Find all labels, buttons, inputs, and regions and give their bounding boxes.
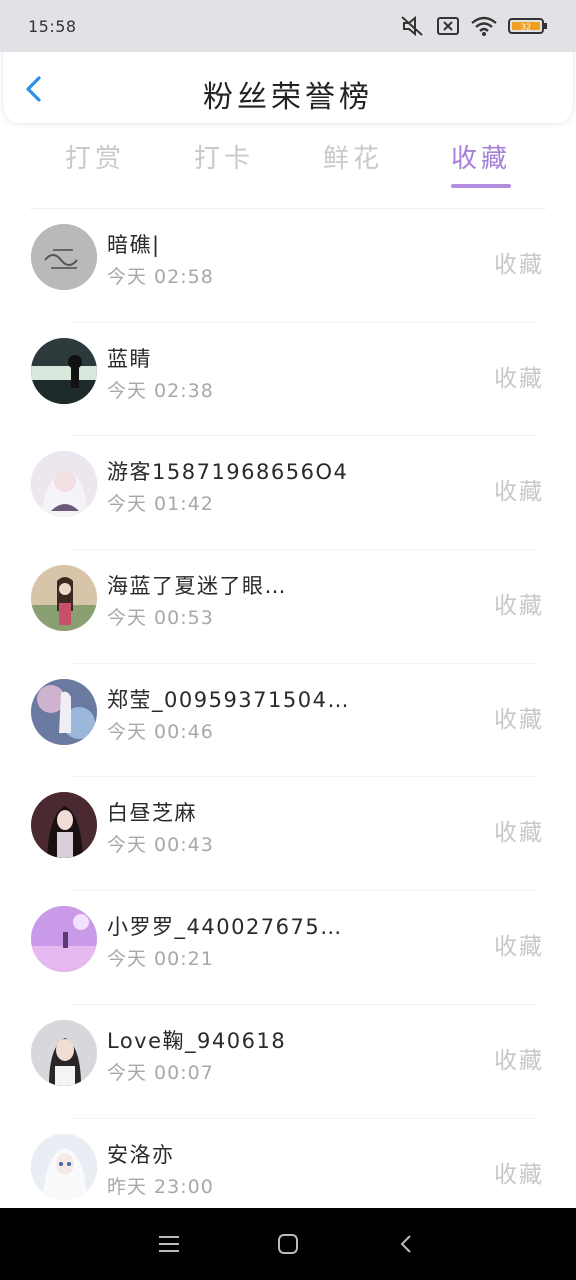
fan-name: 安洛亦 xyxy=(107,1142,175,1167)
fan-list: 暗礁| 今天 02:58 收藏 蓝睛 今天 02:38 收藏 游客1587196… xyxy=(0,209,576,1232)
list-item[interactable]: Love鞠_940618 今天 00:07 收藏 xyxy=(0,1005,576,1119)
list-item[interactable]: 白昼芝麻 今天 00:43 收藏 xyxy=(0,777,576,892)
fan-name: 蓝睛 xyxy=(107,346,152,371)
page-title: 粉丝荣誉榜 xyxy=(203,80,373,115)
tab-label: 鲜花 xyxy=(322,144,383,174)
back-nav-button[interactable] xyxy=(392,1229,422,1259)
list-item[interactable]: 蓝睛 今天 02:38 收藏 xyxy=(0,323,576,437)
tab-label: 收藏 xyxy=(450,144,511,174)
list-item[interactable]: 海蓝了夏迷了眼… 今天 00:53 收藏 xyxy=(0,550,576,664)
battery-level: 32 xyxy=(521,23,531,32)
list-item[interactable]: 郑莹_00959371504… 今天 00:46 收藏 xyxy=(0,664,576,778)
favorite-label: 收藏 xyxy=(494,593,544,620)
avatar[interactable] xyxy=(31,1019,97,1086)
list-item[interactable]: 小罗罗_440027675… 今天 00:21 收藏 xyxy=(0,891,576,1005)
fan-time: 今天 02:38 xyxy=(107,379,214,402)
no-sim-icon xyxy=(436,15,460,37)
favorite-label: 收藏 xyxy=(494,1161,544,1188)
tab-label: 打卡 xyxy=(193,144,254,174)
fan-name: 郑莹_00959371504… xyxy=(107,687,350,712)
list-item[interactable]: 暗礁| 今天 02:58 收藏 xyxy=(0,209,576,323)
fan-time: 今天 02:58 xyxy=(107,266,214,288)
fan-time: 今天 00:07 xyxy=(107,1061,214,1084)
fan-name: 小罗罗_440027675… xyxy=(107,915,343,940)
mute-icon xyxy=(400,15,426,37)
fan-time: 昨天 23:00 xyxy=(107,1175,214,1198)
avatar[interactable] xyxy=(31,224,97,290)
avatar[interactable] xyxy=(31,1133,97,1200)
fan-name: 暗礁| xyxy=(107,233,161,257)
favorite-label: 收藏 xyxy=(494,252,544,278)
fan-name: 白昼芝麻 xyxy=(107,801,197,826)
favorite-label: 收藏 xyxy=(494,365,544,392)
back-nav-icon xyxy=(400,1235,411,1253)
home-button[interactable] xyxy=(273,1229,303,1259)
favorite-label: 收藏 xyxy=(494,820,544,847)
wifi-icon xyxy=(470,15,498,37)
fan-name: 海蓝了夏迷了眼… xyxy=(107,574,287,599)
fan-time: 今天 00:46 xyxy=(107,720,214,743)
header: 粉丝荣誉榜 xyxy=(2,52,574,124)
favorite-label: 收藏 xyxy=(494,706,544,733)
avatar[interactable] xyxy=(31,451,97,518)
navigation-bar xyxy=(0,1208,576,1280)
favorite-label: 收藏 xyxy=(494,479,544,506)
menu-button[interactable] xyxy=(154,1229,184,1259)
avatar[interactable] xyxy=(31,906,97,973)
list-item[interactable]: 游客15871968656O4 今天 01:42 收藏 xyxy=(0,436,576,551)
tab-reward[interactable]: 打赏 xyxy=(50,138,140,192)
favorite-label: 收藏 xyxy=(494,934,544,961)
favorite-label: 收藏 xyxy=(494,1047,544,1074)
fan-time: 今天 00:21 xyxy=(107,948,214,971)
tab-favorites[interactable]: 收藏 xyxy=(436,138,526,192)
tab-flowers[interactable]: 鲜花 xyxy=(308,138,398,192)
fan-time: 今天 00:53 xyxy=(107,607,214,630)
battery-icon: 32 xyxy=(508,15,548,37)
status-time: 15:58 xyxy=(28,16,77,36)
home-icon xyxy=(277,1234,298,1254)
avatar[interactable] xyxy=(31,792,97,859)
status-bar: 15:58 32 xyxy=(0,0,576,52)
fan-time: 今天 01:42 xyxy=(107,493,214,516)
fan-name: 游客15871968656O4 xyxy=(107,460,349,485)
tab-checkin[interactable]: 打卡 xyxy=(179,138,269,192)
status-icons: 32 xyxy=(400,15,548,37)
active-tab-indicator xyxy=(451,184,511,188)
avatar[interactable] xyxy=(31,678,97,745)
menu-icon xyxy=(159,1236,180,1252)
avatar[interactable] xyxy=(31,565,97,632)
fan-time: 今天 00:43 xyxy=(107,834,214,857)
fan-name: Love鞠_940618 xyxy=(107,1028,287,1053)
tab-label: 打赏 xyxy=(64,144,125,174)
tab-bar: 打赏 打卡 鲜花 收藏 xyxy=(0,138,576,192)
avatar[interactable] xyxy=(31,337,97,404)
